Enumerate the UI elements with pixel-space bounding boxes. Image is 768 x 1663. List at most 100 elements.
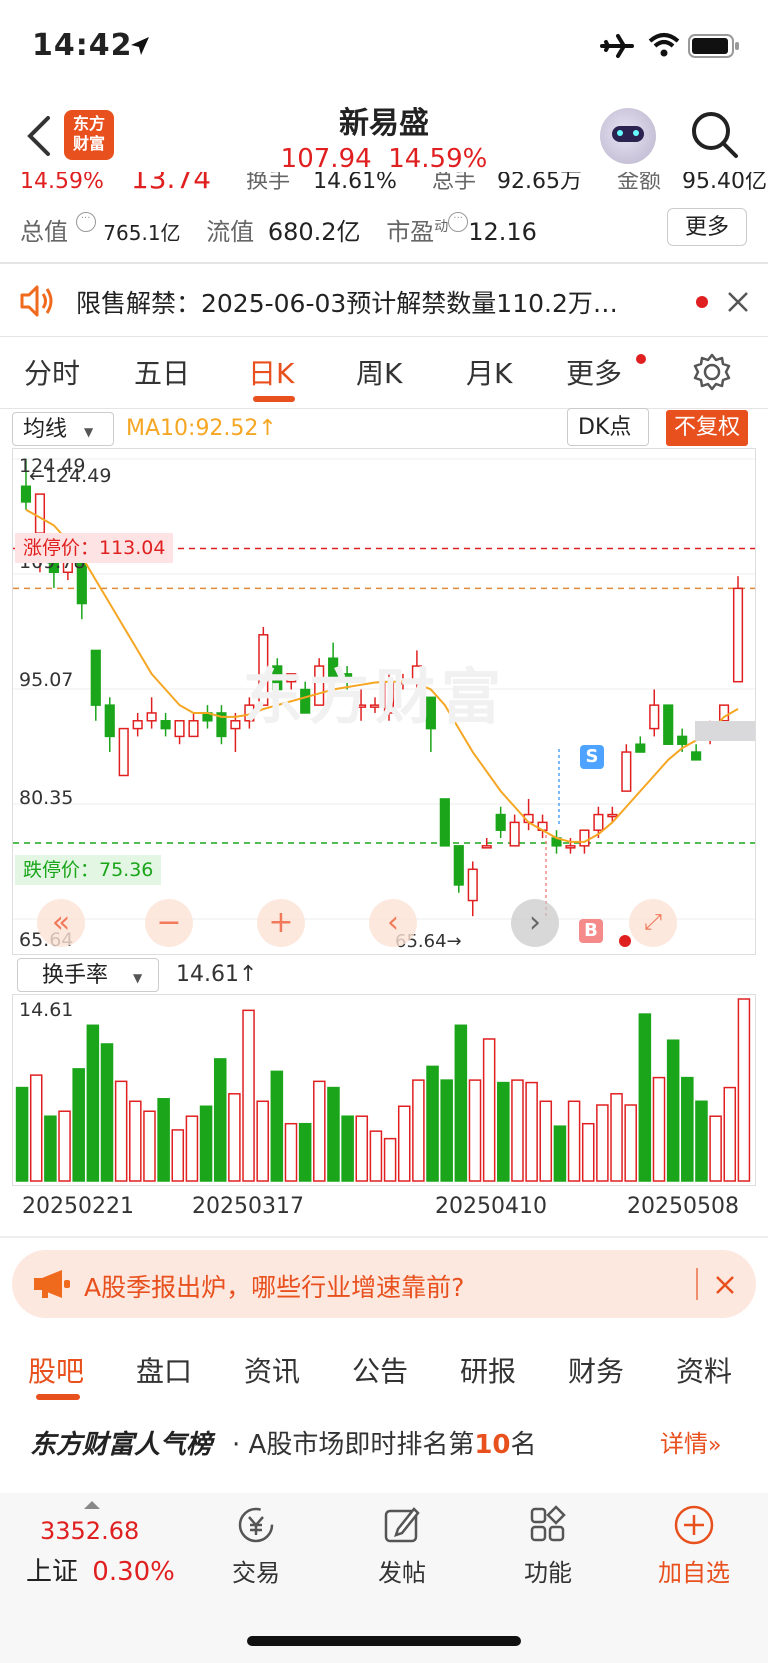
candle-body	[607, 813, 618, 818]
volume-value: 14.61↑	[176, 962, 258, 987]
turnover-bar	[468, 1079, 482, 1182]
turnover-bar	[15, 1086, 29, 1182]
volume-chart	[15, 998, 751, 1182]
home-indicator	[247, 1636, 521, 1646]
stock-change-pct: 14.59%	[388, 144, 488, 174]
turnover-bar	[737, 998, 751, 1182]
tab-gonggao[interactable]: 公告	[352, 1350, 408, 1390]
divider	[0, 408, 768, 409]
turnover-bar	[695, 1100, 708, 1182]
fullscreen-icon[interactable]: ⤢	[629, 899, 677, 947]
sell-marker[interactable]: S	[580, 745, 604, 769]
zoom-in-button[interactable]: +	[257, 899, 305, 947]
turnover-bar	[29, 1074, 43, 1182]
turnover-bar	[525, 1081, 538, 1182]
turnover-bar	[157, 1098, 170, 1182]
tab-fenshi[interactable]: 分时	[24, 352, 80, 392]
tab-more[interactable]: 更多	[566, 352, 622, 392]
nav-trade[interactable]: 交易	[206, 1503, 306, 1588]
tab-guba[interactable]: 股吧	[28, 1350, 84, 1390]
double-chevron-icon: »	[708, 1433, 722, 1458]
kline-chart-frame[interactable]: 东方财富 124.49 ←124.49 109.78 95.07 80.35 6…	[12, 448, 756, 955]
popularity-detail-link[interactable]: 详情»	[660, 1424, 721, 1459]
candle-body	[621, 751, 632, 792]
date-tick: 20250508	[627, 1194, 739, 1219]
turnover-bar	[454, 1024, 468, 1182]
info-icon[interactable]: ···	[75, 212, 96, 232]
turnover-bar	[539, 1100, 553, 1182]
buy-marker[interactable]: B	[579, 919, 603, 943]
row1-turnover-label: 换手	[246, 172, 291, 190]
candle-body	[579, 829, 590, 847]
nav-add-watchlist[interactable]: 加自选	[644, 1503, 744, 1588]
turnover-bar	[100, 1043, 114, 1182]
tab-rik[interactable]: 日K	[248, 352, 294, 392]
date-tick: 20250221	[22, 1194, 134, 1219]
watermark: 东方财富	[243, 663, 507, 733]
close-icon[interactable]	[714, 1274, 736, 1296]
tab-yanbao[interactable]: 研报	[460, 1350, 516, 1390]
ma-select[interactable]: 均线 ▼	[12, 412, 114, 446]
up-arrow-icon	[84, 1501, 100, 1509]
tab-yuek[interactable]: 月K	[466, 352, 512, 392]
volume-indicator-select[interactable]: 换手率 ▼	[17, 958, 159, 992]
row1-val: 13.74	[130, 172, 212, 190]
tab-caiwu[interactable]: 财务	[568, 1350, 624, 1390]
turnover-bar	[72, 1068, 85, 1182]
next-button[interactable]: ›	[511, 899, 559, 947]
zoom-out-button[interactable]: −	[145, 899, 193, 947]
divider	[0, 262, 768, 264]
airplane-icon	[600, 34, 634, 58]
nav-post[interactable]: 发帖	[352, 1503, 452, 1588]
nav-trade-label: 交易	[232, 1559, 280, 1587]
turnover-bar	[185, 1115, 199, 1182]
promo-banner[interactable]: A股季报出炉，哪些行业增速靠前?	[12, 1250, 756, 1318]
trade-icon	[238, 1507, 274, 1543]
candle-body	[565, 845, 576, 849]
pe-info-icon[interactable]: ···	[448, 212, 469, 232]
popularity-row[interactable]: 东方财富人气榜 · A股市场即时排名第10名 详情»	[0, 1406, 768, 1476]
tab-ziliao[interactable]: 资料	[676, 1350, 732, 1390]
nav-functions[interactable]: 功能	[498, 1503, 598, 1588]
prev-button[interactable]: ‹	[369, 899, 417, 947]
rewind-button[interactable]: «	[37, 899, 85, 947]
turnover-bar	[596, 1104, 609, 1182]
turnover-bar	[143, 1110, 156, 1182]
unlock-notice[interactable]: 限售解禁：2025-06-03预计解禁数量110.2万…	[0, 270, 768, 334]
close-icon[interactable]	[726, 290, 750, 314]
tick-3: 95.07	[19, 669, 74, 691]
tab-zixun[interactable]: 资讯	[244, 1350, 300, 1390]
candle-body	[439, 798, 450, 847]
popularity-prefix: · A股市场即时排名第	[232, 1430, 475, 1460]
turnover-bar	[511, 1079, 524, 1182]
candle-body	[118, 727, 129, 777]
robot-avatar-icon[interactable]	[600, 108, 656, 164]
tab-pankou[interactable]: 盘口	[136, 1350, 192, 1390]
pe-super: 动	[434, 219, 449, 235]
popularity-rank: 10	[474, 1430, 511, 1460]
search-icon[interactable]	[690, 110, 740, 160]
popularity-suffix: 名	[510, 1430, 537, 1460]
dropdown-icon: ▼	[84, 425, 94, 439]
candle-body	[174, 720, 185, 738]
more-quote-button[interactable]: 更多	[667, 208, 747, 246]
volume-chart-frame[interactable]: 14.61	[12, 994, 756, 1186]
turnover-bar	[638, 1013, 652, 1182]
mktcap-value: 765.1亿	[103, 221, 181, 245]
index-row[interactable]: 上证 0.30%	[26, 1551, 175, 1588]
candle-body	[718, 704, 730, 722]
popularity-brand: 东方财富人气榜	[30, 1430, 213, 1460]
candle-body	[467, 868, 478, 902]
tab-underline	[253, 396, 295, 402]
turnover-bar	[440, 1079, 453, 1182]
dk-point-button[interactable]: DK点	[567, 408, 649, 446]
turnover-bar	[369, 1130, 383, 1182]
adjust-button[interactable]: 不复权	[666, 410, 749, 446]
tab-wuri[interactable]: 五日	[134, 352, 190, 392]
location-icon	[131, 37, 149, 55]
settings-icon[interactable]	[692, 352, 732, 392]
tab-zhouk[interactable]: 周K	[356, 352, 402, 392]
wifi-icon	[648, 33, 680, 57]
candle-body	[230, 720, 241, 730]
turnover-bar	[426, 1065, 439, 1182]
